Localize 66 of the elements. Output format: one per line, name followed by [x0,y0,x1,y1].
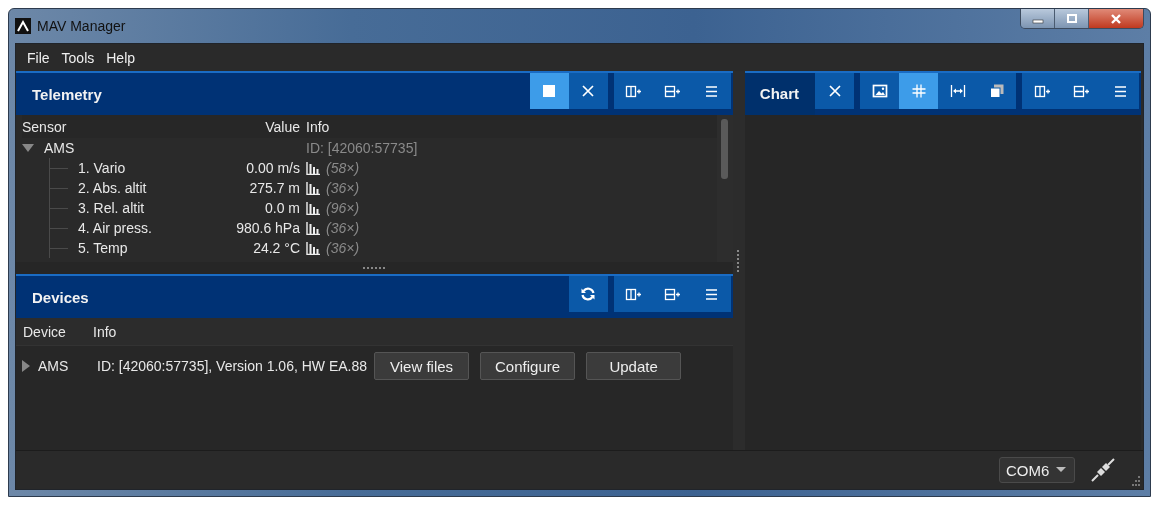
caret-icon [1056,467,1066,473]
bar-chart-icon[interactable] [306,221,320,235]
close-window-button[interactable] [1089,9,1143,28]
column-header[interactable]: Info [93,323,117,340]
column-header[interactable]: Device [23,323,93,340]
column-header[interactable]: Value [218,118,300,135]
app-icon [15,18,31,34]
action-button[interactable]: View files [374,352,470,380]
menu-item[interactable]: File [21,49,56,66]
expand-arrow-icon[interactable] [22,144,34,152]
close-icon [580,83,597,99]
device-id: ID: [42060:57735] [306,140,418,156]
panel-title: Telemetry [31,85,102,103]
port-dropdown[interactable]: COM6 [999,457,1075,483]
image-icon [871,83,888,99]
panel-title: Devices [31,288,89,306]
panel-title: Chart [744,73,815,115]
sample-count: (58×) [326,160,360,176]
sample-count: (36×) [326,240,360,256]
column-header[interactable]: Info [300,118,330,135]
window-title: MAV Manager [37,18,126,34]
maximize-icon [1064,13,1079,24]
column-plus-icon [1033,83,1050,99]
menu-item[interactable]: Tools [55,49,101,66]
grid-icon [910,83,927,99]
bar-chart-icon[interactable] [306,241,320,255]
row-plus-icon [1072,83,1089,99]
menu-icon [703,83,720,99]
sample-count: (36×) [326,220,360,236]
minimize-button[interactable] [1021,9,1055,28]
bar-chart-icon[interactable] [306,161,320,175]
fit-width-icon [949,83,966,99]
copy-icon [988,83,1005,99]
grip-icon[interactable] [363,266,386,270]
grip-icon[interactable] [737,249,741,272]
close-icon [826,83,843,99]
column-plus-icon [625,83,642,99]
resize-grip-icon[interactable] [1129,475,1141,487]
close-icon [1109,13,1123,24]
bar-chart-icon[interactable] [306,201,320,215]
column-plus-icon [625,286,642,302]
column-header[interactable]: Sensor [22,118,218,135]
tree-item[interactable]: AMS [44,140,75,156]
menu-item[interactable]: Help [100,49,142,66]
sensor-value: 275.7 m [249,180,300,196]
sensor-value: 980.6 hPa [236,220,300,236]
action-button[interactable]: Configure [480,352,576,380]
stop-button[interactable] [529,73,569,109]
sample-count: (36×) [326,180,360,196]
refresh-icon [580,286,597,302]
expand-arrow-icon[interactable] [22,360,30,372]
sensor-value: 0.00 m/s [246,160,300,176]
sample-count: (96×) [326,200,360,216]
device-info: ID: [42060:57735], Version 1.06, HW EA.88 [97,358,368,374]
bar-chart-icon[interactable] [306,181,320,195]
row-plus-icon [664,286,681,302]
sensor-value: 0.0 m [265,200,300,216]
device-name: AMS [38,358,70,374]
menu-icon [703,286,720,302]
scrollbar-thumb[interactable] [721,119,729,179]
action-button[interactable]: Update [586,352,682,380]
row-plus-icon [664,83,681,99]
plug-icon[interactable] [1091,458,1115,482]
maximize-button[interactable] [1055,9,1089,28]
sensor-value: 24.2 °C [253,240,300,256]
stop-icon [541,83,558,99]
